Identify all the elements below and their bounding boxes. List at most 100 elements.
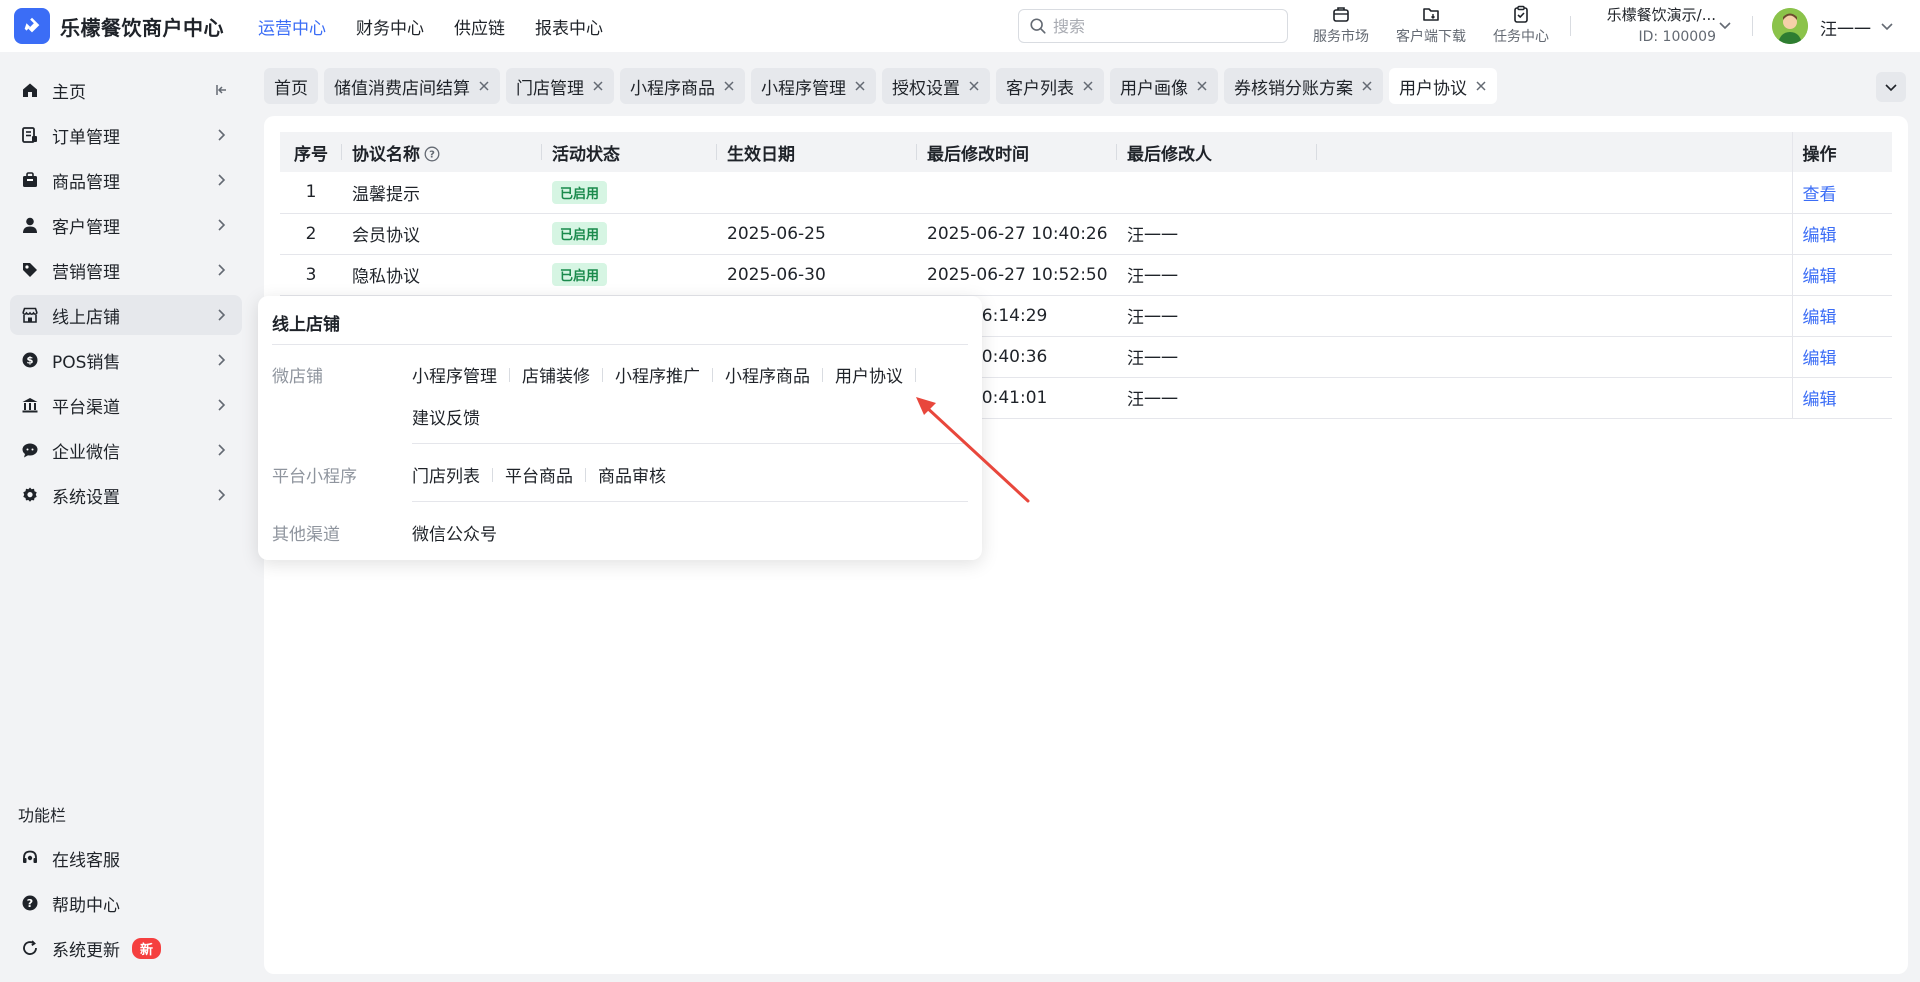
sidebar-item-system-update[interactable]: 系统更新 新: [10, 928, 242, 968]
sidebar-item-marketing[interactable]: 营销管理: [10, 250, 242, 290]
tab-label: 储值消费店间结算: [334, 78, 470, 99]
customer-icon: [20, 215, 40, 235]
tab-stored-value-settlement[interactable]: 储值消费店间结算: [324, 68, 500, 104]
service-market-button[interactable]: 服务市场: [1296, 4, 1386, 46]
svg-text:?: ?: [429, 149, 435, 160]
svg-text:?: ?: [27, 897, 33, 910]
menu-item-user-agreement[interactable]: 用户协议: [835, 362, 903, 387]
sidebar-item-online-store[interactable]: 线上店铺: [10, 295, 242, 335]
brand[interactable]: 乐檬餐饮商户中心: [0, 8, 258, 44]
top-nav-supply-chain[interactable]: 供应链: [454, 14, 505, 39]
close-icon[interactable]: [1082, 80, 1094, 92]
tab-label: 客户列表: [1006, 78, 1074, 99]
close-icon[interactable]: [1475, 80, 1487, 92]
menu-item-store-list[interactable]: 门店列表: [412, 462, 480, 487]
chevron-right-icon: [218, 354, 226, 366]
org-name: 乐檬餐饮演示/...: [1606, 6, 1716, 24]
flyout-links-row: 门店列表 平台商品 商品审核: [412, 462, 666, 487]
cell-modified: [917, 172, 1117, 213]
close-icon[interactable]: [1196, 80, 1208, 92]
sidebar-item-platform-channel[interactable]: 平台渠道: [10, 385, 242, 425]
tab-auth-settings[interactable]: 授权设置: [882, 68, 990, 104]
chevron-right-icon: [218, 174, 226, 186]
sidebar-item-pos[interactable]: $ POS销售: [10, 340, 242, 380]
top-divider: [1752, 16, 1753, 36]
tab-miniapp-goods[interactable]: 小程序商品: [620, 68, 745, 104]
tab-customer-list[interactable]: 客户列表: [996, 68, 1104, 104]
menu-item-miniapp-promotion[interactable]: 小程序推广: [615, 362, 700, 387]
sidebar-item-settings[interactable]: 系统设置: [10, 475, 242, 515]
edit-link[interactable]: 编辑: [1803, 267, 1837, 287]
tab-label: 小程序商品: [630, 78, 715, 99]
col-modified: 最后修改时间: [917, 132, 1117, 172]
cell-modifier: 汪一一: [1127, 226, 1178, 246]
avatar[interactable]: [1772, 8, 1808, 44]
sidebar-item-label: 在线客服: [52, 850, 120, 871]
menu-item-wechat-official-account[interactable]: 微信公众号: [412, 520, 497, 545]
top-tools: 服务市场 客户端下载 任务中心: [1296, 4, 1566, 46]
collapse-sidebar-icon[interactable]: [214, 83, 228, 97]
tab-miniapp-management[interactable]: 小程序管理: [751, 68, 876, 104]
tab-user-agreement[interactable]: 用户协议: [1389, 68, 1497, 104]
col-status: 活动状态: [542, 132, 717, 172]
tab-home[interactable]: 首页: [264, 68, 318, 104]
close-icon[interactable]: [1361, 80, 1373, 92]
cell-spacer: [1317, 295, 1792, 336]
pos-icon: $: [20, 350, 40, 370]
sidebar-item-online-service[interactable]: 在线客服: [10, 838, 242, 878]
close-icon[interactable]: [592, 80, 604, 92]
col-spacer: [1317, 132, 1792, 172]
tab-user-profile[interactable]: 用户画像: [1110, 68, 1218, 104]
table-row: 1 温馨提示 已启用 查看: [280, 172, 1892, 213]
view-link[interactable]: 查看: [1803, 185, 1837, 205]
search-input[interactable]: [1053, 16, 1273, 36]
close-icon[interactable]: [478, 80, 490, 92]
sidebar-item-orders[interactable]: 订单管理: [10, 115, 242, 155]
edit-link[interactable]: 编辑: [1803, 308, 1837, 328]
sidebar-item-label: 线上店铺: [52, 307, 120, 328]
cell-date: 2025-06-25: [727, 223, 826, 244]
cell-seq: 2: [305, 223, 317, 244]
org-switcher[interactable]: 乐檬餐饮演示/... ID: 100009: [1586, 4, 1716, 45]
menu-item-platform-goods[interactable]: 平台商品: [505, 462, 573, 487]
menu-item-miniapp-goods[interactable]: 小程序商品: [725, 362, 810, 387]
close-icon[interactable]: [723, 80, 735, 92]
home-icon: [20, 80, 40, 100]
flyout-category-platform-miniapp: 平台小程序: [272, 467, 357, 487]
task-center-label: 任务中心: [1493, 29, 1549, 45]
search-box[interactable]: [1018, 9, 1288, 43]
sidebar-item-home[interactable]: 主页: [10, 70, 242, 110]
tab-coupon-split-plan[interactable]: 券核销分账方案: [1224, 68, 1383, 104]
top-nav-finance[interactable]: 财务中心: [356, 14, 424, 39]
top-nav-operations[interactable]: 运营中心: [258, 14, 326, 39]
cell-spacer: [1317, 213, 1792, 254]
close-icon[interactable]: [968, 80, 980, 92]
edit-link[interactable]: 编辑: [1803, 226, 1837, 246]
close-icon[interactable]: [854, 80, 866, 92]
sidebar-item-wecom[interactable]: 企业微信: [10, 430, 242, 470]
chevron-down-icon[interactable]: [1718, 18, 1732, 32]
sidebar-item-customers[interactable]: 客户管理: [10, 205, 242, 245]
menu-item-miniapp-management[interactable]: 小程序管理: [412, 362, 497, 387]
sidebar-item-help-center[interactable]: ? 帮助中心: [10, 883, 242, 923]
task-center-button[interactable]: 任务中心: [1476, 4, 1566, 46]
chevron-down-icon[interactable]: [1880, 19, 1894, 33]
tab-store-management[interactable]: 门店管理: [506, 68, 614, 104]
tabs-more-button[interactable]: [1876, 72, 1906, 102]
menu-item-feedback[interactable]: 建议反馈: [412, 404, 480, 429]
brand-logo-icon: [14, 8, 50, 44]
cell-modified: 2025-06-27 10:40:26: [927, 223, 1108, 244]
question-circle-icon[interactable]: ?: [424, 146, 440, 162]
cell-modifier: 汪一一: [1127, 349, 1178, 369]
status-badge: 已启用: [552, 263, 608, 286]
user-name[interactable]: 汪一一: [1820, 15, 1871, 40]
flyout-category-micro-store: 微店铺: [272, 367, 323, 387]
client-download-button[interactable]: 客户端下载: [1386, 4, 1476, 46]
edit-link[interactable]: 编辑: [1803, 349, 1837, 369]
edit-link[interactable]: 编辑: [1803, 390, 1837, 410]
top-nav-reports[interactable]: 报表中心: [535, 14, 603, 39]
menu-item-store-decoration[interactable]: 店铺装修: [522, 362, 590, 387]
sidebar-item-goods[interactable]: 商品管理: [10, 160, 242, 200]
menu-item-goods-review[interactable]: 商品审核: [598, 462, 666, 487]
table-row: 2 会员协议 已启用 2025-06-25 2025-06-27 10:40:2…: [280, 213, 1892, 254]
